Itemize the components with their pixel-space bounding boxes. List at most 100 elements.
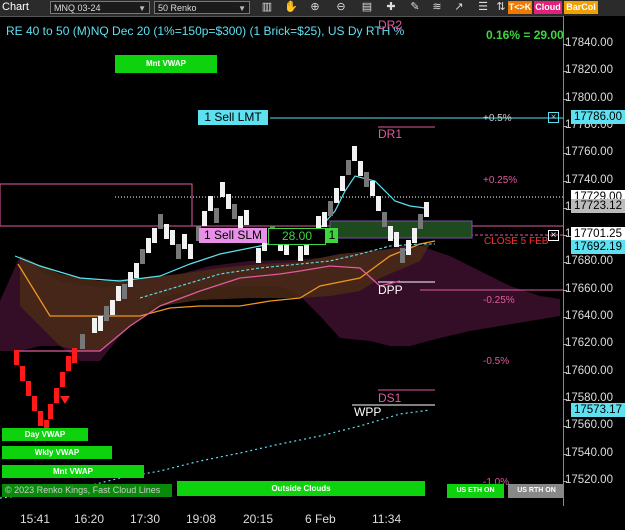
renko-brick <box>202 211 207 226</box>
renko-brick <box>424 202 429 217</box>
renko-brick <box>232 204 237 219</box>
time-axis-label: 19:08 <box>186 512 217 526</box>
time-axis-label: 20:15 <box>243 512 274 526</box>
renko-brick <box>188 244 193 259</box>
renko-brick <box>182 234 187 249</box>
crosshair-icon[interactable]: ✚ <box>384 1 398 14</box>
bar-chart-icon[interactable]: ▥ <box>260 1 274 14</box>
price-tick-label: 17680.00 <box>565 255 613 268</box>
price-tick-label: 17560.00 <box>565 419 613 432</box>
renko-brick <box>60 372 65 387</box>
us-eth-on-button[interactable]: US ETH ON <box>447 484 504 498</box>
renko-brick <box>140 249 145 264</box>
renko-brick <box>54 388 59 403</box>
renko-brick <box>72 348 77 363</box>
renko-brick <box>92 318 97 333</box>
mnt-vwap-button[interactable]: Mnt VWAP <box>2 465 144 478</box>
time-axis-label: 6 Feb <box>305 512 336 526</box>
trend-icon[interactable]: ↗ <box>452 1 466 14</box>
barcol-toggle-button[interactable]: BarCol <box>564 1 598 14</box>
dr2-label: DR2 <box>378 18 403 32</box>
minus-05-label: -0.5% <box>483 356 510 367</box>
renko-brick <box>382 212 387 227</box>
pink-box <box>0 183 193 227</box>
instrument-value: MNQ 03-24 <box>54 3 101 13</box>
renko-brick <box>370 181 375 196</box>
renko-brick <box>256 248 261 263</box>
instrument-selector[interactable]: MNQ 03-24 ▼ <box>50 1 150 14</box>
price-tick-label: 17600.00 <box>565 364 613 377</box>
day-vwap-button[interactable]: Day VWAP <box>2 428 88 441</box>
zoom-in-icon[interactable]: ⊕ <box>308 1 322 14</box>
sell-stop-order-tag[interactable]: 1 Sell SLM <box>199 228 267 243</box>
cloud-toggle-button[interactable]: Cloud <box>534 1 562 14</box>
down-arrow-marker <box>60 396 70 404</box>
price-tick-label: 17620.00 <box>565 337 613 350</box>
time-axis-label: 15:41 <box>20 512 51 526</box>
renko-brick <box>334 188 339 203</box>
price-marker-label: 17573.17 <box>571 403 625 417</box>
sell-limit-order-tag[interactable]: 1 Sell LMT <box>198 110 268 125</box>
wkly-vwap-button[interactable]: Wkly VWAP <box>2 446 112 459</box>
time-axis-label: 11:34 <box>372 512 402 526</box>
renko-brick <box>388 226 393 241</box>
price-tick-label: 17840.00 <box>565 37 613 49</box>
dr1-label: DR1 <box>378 127 403 141</box>
renko-brick <box>412 228 417 243</box>
renko-brick <box>298 246 303 261</box>
renko-brick <box>214 208 219 223</box>
price-tick-label: 17540.00 <box>565 446 613 459</box>
renko-brick <box>66 356 71 371</box>
hand-icon[interactable]: ✋ <box>284 1 298 14</box>
renko-brick <box>220 182 225 197</box>
renko-brick <box>376 196 381 211</box>
renko-brick <box>352 146 357 161</box>
price-tick-label: 17520.00 <box>565 473 613 486</box>
close-position-icon[interactable]: × <box>548 230 559 241</box>
renko-brick <box>340 176 345 191</box>
time-axis-label: 17:30 <box>130 512 161 526</box>
renko-brick <box>80 334 85 349</box>
price-tick-label: 17660.00 <box>565 282 613 295</box>
price-tick-label: 17760.00 <box>565 146 613 159</box>
list-icon[interactable]: ☰ <box>476 1 490 14</box>
plus-05-label: +0.5% <box>483 113 512 124</box>
renko-brick <box>134 263 139 278</box>
minus-025-label: -0.25% <box>483 295 515 306</box>
renko-brick <box>406 240 411 255</box>
us-rth-on-button[interactable]: US RTH ON <box>508 484 565 498</box>
renko-brick <box>208 196 213 211</box>
bar-type-selector[interactable]: 50 Renko ▼ <box>154 1 250 14</box>
time-axis-label: 16:20 <box>74 512 105 526</box>
stop-price-field[interactable]: 28.00 <box>268 228 326 245</box>
tk-toggle-button[interactable]: T<>K <box>508 1 532 14</box>
copyright-text: © 2023 Renko Kings, Fast Cloud Lines <box>5 485 161 495</box>
renko-brick <box>170 230 175 245</box>
zoom-out-icon[interactable]: ⊖ <box>334 1 348 14</box>
indicator-caption: RE 40 to 50 (M)NQ Dec 20 (1%=150p=$300) … <box>6 24 405 38</box>
renko-brick <box>176 244 181 259</box>
renko-brick <box>14 350 19 365</box>
cancel-sell-limit-icon[interactable]: × <box>548 112 559 123</box>
wpp-label: WPP <box>354 405 382 419</box>
renko-brick <box>328 201 333 216</box>
lines-icon[interactable]: ≋ <box>430 1 444 14</box>
outside-clouds-button[interactable]: Outside Clouds <box>177 481 425 496</box>
trade-icon[interactable]: ⇅ <box>494 1 508 14</box>
renko-brick <box>128 272 133 287</box>
renko-brick <box>322 212 327 227</box>
chart-window-title: Chart <box>2 1 29 13</box>
renko-brick <box>26 381 31 396</box>
ds1-label: DS1 <box>378 391 402 405</box>
mnt-vwap-top-button[interactable]: Mnt VWAP <box>115 55 217 73</box>
price-marker-label: 17786.00 <box>571 110 625 124</box>
properties-icon[interactable]: ▤ <box>360 1 374 14</box>
dpp-label: DPP <box>378 283 403 297</box>
renko-brick <box>364 172 369 187</box>
renko-brick <box>146 238 151 253</box>
order-quantity-field[interactable]: 1 <box>326 228 338 243</box>
renko-brick <box>164 224 169 239</box>
entry-zone-box <box>329 220 473 239</box>
drawing-tool-icon[interactable]: ✎ <box>408 1 422 14</box>
renko-brick <box>244 210 249 225</box>
